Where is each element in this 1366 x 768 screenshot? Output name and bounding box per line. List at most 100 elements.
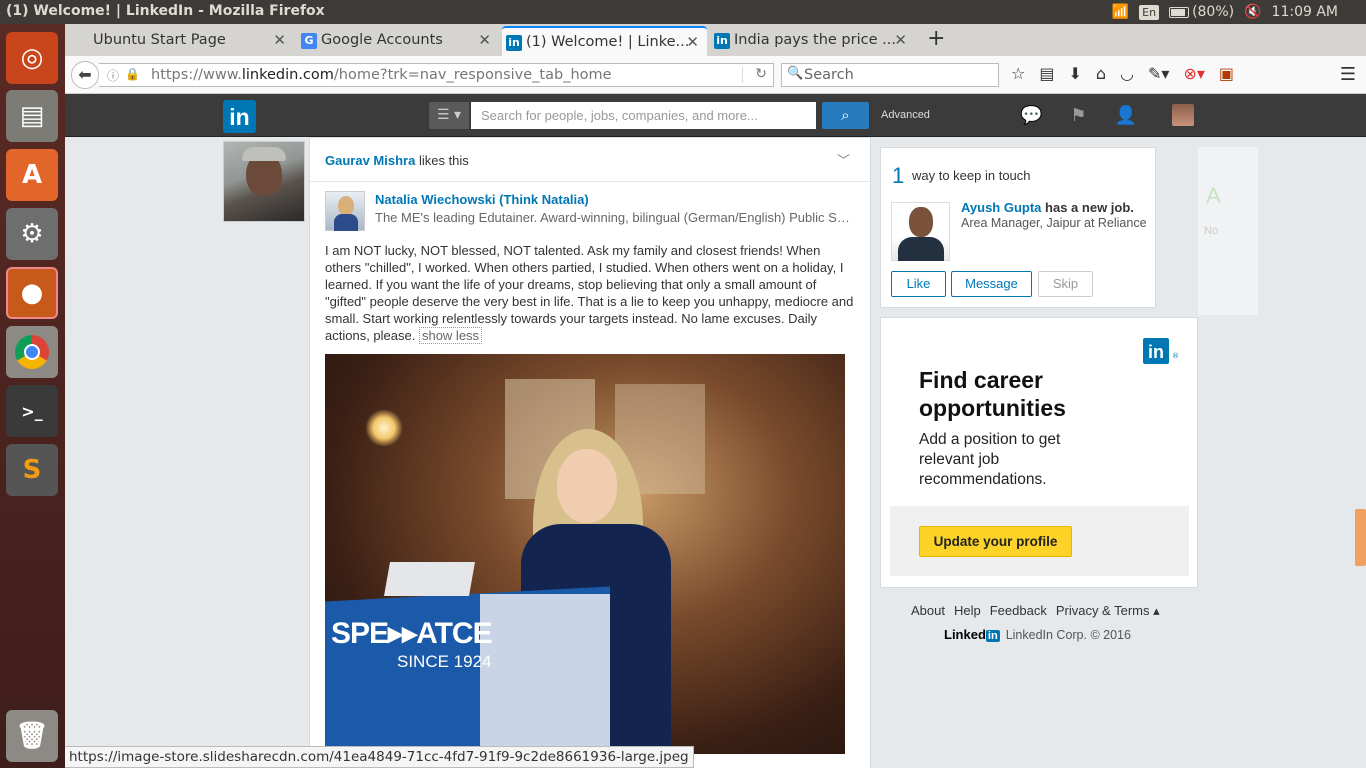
home-icon[interactable]: ⌂	[1096, 64, 1106, 83]
url-bar[interactable]: ⓘ 🔒 https://www.linkedin.com/home?trk=na…	[99, 63, 774, 87]
header-icons: 💬 ⚑ 👤	[1020, 105, 1137, 126]
actor-name-link[interactable]: Gaurav Mishra	[325, 153, 415, 168]
browser-navigation-bar: ⬅ ⓘ 🔒 https://www.linkedin.com/home?trk=…	[65, 56, 1366, 94]
search-placeholder: Search	[804, 67, 854, 83]
chevron-down-icon[interactable]: ﹀	[837, 150, 850, 169]
trash-icon[interactable]: 🗑	[6, 710, 58, 762]
connection-detail: Area Manager, Jaipur at Reliance	[961, 216, 1147, 230]
footer-links: About Help Feedback Privacy & Terms ▴	[911, 603, 1160, 619]
close-tab-icon[interactable]: ✕	[686, 33, 699, 51]
close-tab-icon[interactable]: ✕	[478, 31, 491, 49]
connection-news: Ayush Gupta has a new job.	[961, 200, 1134, 215]
link-status-bar: https://image-store.slidesharecdn.com/41…	[65, 746, 694, 768]
url-domain: linkedin.com	[241, 67, 334, 83]
partially-hidden-card: A No	[1198, 147, 1258, 315]
profile-avatar[interactable]	[1172, 104, 1194, 126]
footer-link-privacy-terms[interactable]: Privacy & Terms ▴	[1056, 603, 1160, 619]
back-button[interactable]: ⬅	[71, 61, 99, 89]
ubuntu-dash-icon[interactable]: ◎	[6, 32, 58, 84]
notifications-flag-icon[interactable]: ⚑	[1070, 105, 1086, 126]
toolbar-icons: ☆ ▤ ⬇ ⌂ ◡ ✎▾ ⊗▾ ▣	[1011, 64, 1234, 83]
files-icon[interactable]: ▤	[6, 90, 58, 142]
podium-side	[480, 594, 610, 754]
connection-avatar[interactable]	[891, 202, 950, 261]
info-icon[interactable]: ⓘ	[107, 67, 119, 84]
search-icon: ⌕	[841, 106, 850, 124]
actor-avatar[interactable]	[223, 141, 305, 222]
footer-link-feedback[interactable]: Feedback	[990, 603, 1047, 619]
chrome-icon[interactable]	[6, 326, 58, 378]
linkedin-search-button[interactable]: ⌕	[822, 102, 869, 129]
connection-news-text: has a new job.	[1045, 200, 1134, 215]
ad-body: Add a position to get relevant job recom…	[919, 431, 1061, 488]
show-less-link[interactable]: show less	[418, 327, 483, 344]
menu-icon[interactable]: ☰	[1340, 64, 1356, 85]
keep-in-touch-card: 1 way to keep in touch Ayush Gupta has a…	[880, 147, 1156, 308]
skip-button[interactable]: Skip	[1038, 271, 1093, 297]
blocker-icon[interactable]: ⊗▾	[1183, 64, 1204, 83]
reload-icon[interactable]: ↻	[755, 66, 767, 82]
chandelier-light	[365, 409, 403, 447]
lock-icon: 🔒	[125, 67, 140, 81]
author-avatar[interactable]	[325, 191, 365, 231]
browser-search-input[interactable]: 🔍 Search	[781, 63, 999, 87]
author-name-link[interactable]: Natalia Wiechowski (Think Natalia)	[375, 192, 589, 207]
update-profile-button[interactable]: Update your profile	[919, 526, 1072, 557]
window-title: (1) Welcome! | LinkedIn - Mozilla Firefo…	[6, 3, 325, 19]
wifi-icon[interactable]: 📶	[1112, 4, 1129, 20]
post-author: Natalia Wiechowski (Think Natalia) The M…	[325, 191, 860, 233]
close-tab-icon[interactable]: ✕	[273, 31, 286, 49]
like-button[interactable]: Like	[891, 271, 946, 297]
sublime-text-icon[interactable]: S	[6, 444, 58, 496]
battery-icon	[1169, 6, 1190, 18]
linkedin-logo[interactable]: in	[223, 100, 256, 133]
keep-in-touch-count: 1	[892, 163, 905, 188]
author-headline: The ME's leading Edutainer. Award-winnin…	[375, 210, 855, 225]
system-settings-icon[interactable]: ⚙	[6, 208, 58, 260]
podium-since-text: SINCE 1924	[397, 652, 492, 671]
footer-link-about[interactable]: About	[911, 603, 945, 619]
software-center-icon[interactable]: A	[6, 149, 58, 201]
search-category-menu-button[interactable]: ☰ ▾	[429, 102, 469, 129]
hidden-card-text: A	[1206, 183, 1221, 208]
search-icon: 🔍	[787, 66, 804, 81]
add-connections-icon[interactable]: 👤	[1115, 105, 1137, 126]
keep-in-touch-label: way to keep in touch	[912, 168, 1031, 183]
pocket-icon[interactable]: ◡	[1120, 64, 1134, 83]
keyboard-layout-indicator[interactable]: En	[1139, 4, 1160, 20]
tab-label: Ubuntu Start Page	[93, 32, 226, 48]
volume-muted-icon[interactable]: 🔇	[1244, 4, 1261, 20]
tab-ubuntu-start[interactable]: Ubuntu Start Page ✕	[69, 26, 294, 56]
podium-sign-text: SPE▸▸ATCE	[331, 617, 493, 650]
url-path: /home?trk=nav_responsive_tab_home	[333, 67, 612, 83]
footer-linkedin-logo[interactable]: Linked in	[944, 627, 1000, 642]
unity-launcher: ◎ ▤ A ⚙ ● >_ S 🗑	[0, 24, 65, 768]
tab-label: Google Accounts	[321, 32, 443, 48]
reading-list-icon[interactable]: ▤	[1039, 64, 1054, 83]
message-button[interactable]: Message	[951, 271, 1032, 297]
connection-name-link[interactable]: Ayush Gupta	[961, 200, 1041, 215]
clock[interactable]: 11:09 AM	[1272, 4, 1338, 20]
page-scrollbar-thumb[interactable]	[1355, 509, 1366, 566]
linkedin-search-input[interactable]: Search for people, jobs, companies, and …	[471, 102, 816, 129]
addon-icon[interactable]: ▣	[1219, 64, 1234, 83]
post-image[interactable]: SPE▸▸ATCE SINCE 1924	[325, 354, 845, 754]
os-top-panel: (1) Welcome! | LinkedIn - Mozilla Firefo…	[0, 0, 1366, 24]
new-tab-button[interactable]: +	[927, 26, 945, 51]
messages-icon[interactable]: 💬	[1020, 105, 1042, 126]
battery-indicator[interactable]: (80%)	[1169, 4, 1234, 20]
firefox-icon[interactable]: ●	[6, 267, 58, 319]
footer-link-help[interactable]: Help	[954, 603, 981, 619]
tab-linkedin-welcome[interactable]: in (1) Welcome! | Linke... ✕	[502, 26, 707, 56]
linkedin-favicon-icon: in	[506, 35, 522, 51]
downloads-icon[interactable]: ⬇	[1068, 64, 1081, 83]
close-tab-icon[interactable]: ✕	[894, 31, 907, 49]
terminal-icon[interactable]: >_	[6, 385, 58, 437]
tab-india-pays[interactable]: in India pays the price ... ✕	[710, 26, 915, 56]
activity-text: likes this	[418, 153, 469, 168]
url-prefix: https://www.	[151, 67, 242, 83]
advanced-search-link[interactable]: Advanced	[881, 109, 930, 121]
tab-google-accounts[interactable]: G Google Accounts ✕	[297, 26, 499, 56]
bookmark-star-icon[interactable]: ☆	[1011, 64, 1025, 83]
extension-icon[interactable]: ✎▾	[1148, 64, 1169, 83]
